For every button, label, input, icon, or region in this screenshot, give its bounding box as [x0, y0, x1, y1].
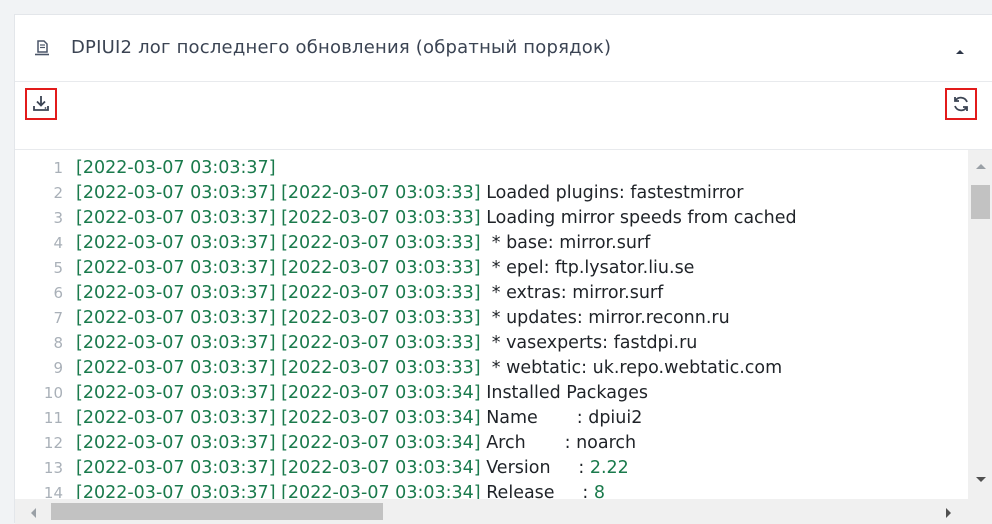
log-line: 8 [2022-03-07 03:03:37] [2022-03-07 03:03…	[15, 331, 965, 356]
log-line-content: [2022-03-07 03:03:37] [2022-03-07 03:03:…	[76, 206, 797, 231]
download-icon	[33, 96, 49, 111]
source-timestamp: [2022-03-07 03:03:33]	[281, 358, 481, 378]
caret-up-icon[interactable]	[953, 45, 967, 59]
line-number: 11	[43, 409, 63, 427]
log-line-content: [2022-03-07 03:03:37] [2022-03-07 03:03:…	[76, 306, 730, 331]
log-message: * updates: mirror.reconn.ru	[486, 308, 730, 328]
source-timestamp: [2022-03-07 03:03:34]	[281, 433, 481, 453]
log-timestamp: [2022-03-07 03:03:37]	[76, 408, 276, 428]
source-timestamp: [2022-03-07 03:03:34]	[281, 408, 481, 428]
log-timestamp: [2022-03-07 03:03:37]	[76, 308, 276, 328]
log-line: 6 [2022-03-07 03:03:37] [2022-03-07 03:03…	[15, 281, 965, 306]
log-line-content: [2022-03-07 03:03:37] [2022-03-07 03:03:…	[76, 181, 743, 206]
log-line: 11 [2022-03-07 03:03:37] [2022-03-07 03:0…	[15, 406, 965, 431]
source-timestamp: [2022-03-07 03:03:33]	[281, 333, 481, 353]
log-timestamp: [2022-03-07 03:03:37]	[76, 383, 276, 403]
line-number: 3	[53, 209, 63, 227]
line-number: 9	[53, 359, 63, 377]
refresh-icon	[954, 96, 968, 112]
source-timestamp: [2022-03-07 03:03:33]	[281, 258, 481, 278]
log-message: Loaded plugins: fastestmirror	[486, 183, 744, 203]
horizontal-scroll-thumb[interactable]	[51, 503, 383, 520]
log-message: * base: mirror.surf	[486, 233, 651, 253]
panel-title: DPIUI2 лог последнего обновления (обратн…	[71, 37, 612, 58]
log-line-content: [2022-03-07 03:03:37] [2022-03-07 03:03:…	[76, 456, 629, 481]
panel-header[interactable]: DPIUI2 лог последнего обновления (обратн…	[15, 15, 992, 82]
log-message: Name : dpiui2	[486, 408, 643, 428]
log-line: 12 [2022-03-07 03:03:37] [2022-03-07 03:0…	[15, 431, 965, 456]
log-message: * webtatic: uk.repo.webtatic.com	[486, 358, 783, 378]
log-line-content: [2022-03-07 03:03:37] [2022-03-07 03:03:…	[76, 231, 650, 256]
log-line-content: [2022-03-07 03:03:37]	[76, 156, 276, 181]
log-line: 5 [2022-03-07 03:03:37] [2022-03-07 03:03…	[15, 256, 965, 281]
log-message: * extras: mirror.surf	[486, 283, 664, 303]
log-message: * vasexperts: fastdpi.ru	[486, 333, 698, 353]
log-line: 9 [2022-03-07 03:03:37] [2022-03-07 03:03…	[15, 356, 965, 381]
log-editor[interactable]: 1 [2022-03-07 03:03:37] 2 [2022-03-07 03:03…	[15, 149, 992, 524]
log-line: 2 [2022-03-07 03:03:37] [2022-03-07 03:03…	[15, 181, 965, 206]
log-line-content: [2022-03-07 03:03:37] [2022-03-07 03:03:…	[76, 256, 694, 281]
log-line-content: [2022-03-07 03:03:37] [2022-03-07 03:03:…	[76, 331, 697, 356]
source-timestamp: [2022-03-07 03:03:33]	[281, 308, 481, 328]
log-line: 10 [2022-03-07 03:03:37] [2022-03-07 03:0…	[15, 381, 965, 406]
log-message: Loading mirror speeds from cached	[486, 208, 797, 228]
log-timestamp: [2022-03-07 03:03:37]	[76, 283, 276, 303]
log-line: 4 [2022-03-07 03:03:37] [2022-03-07 03:03…	[15, 231, 965, 256]
log-line-content: [2022-03-07 03:03:37] [2022-03-07 03:03:…	[76, 356, 782, 381]
source-timestamp: [2022-03-07 03:03:34]	[281, 458, 481, 478]
log-timestamp: [2022-03-07 03:03:37]	[76, 358, 276, 378]
log-message: Version :	[486, 458, 590, 478]
log-value: 2.22	[589, 458, 629, 478]
log-timestamp: [2022-03-07 03:03:37]	[76, 208, 276, 228]
log-timestamp: [2022-03-07 03:03:37]	[76, 158, 276, 178]
vertical-scrollbar[interactable]	[968, 150, 992, 524]
vertical-scroll-thumb[interactable]	[971, 185, 990, 219]
log-line: 7 [2022-03-07 03:03:37] [2022-03-07 03:03…	[15, 306, 965, 331]
document-icon	[35, 40, 49, 56]
log-timestamp: [2022-03-07 03:03:37]	[76, 258, 276, 278]
log-timestamp: [2022-03-07 03:03:37]	[76, 333, 276, 353]
horizontal-scrollbar[interactable]	[15, 499, 968, 524]
log-timestamp: [2022-03-07 03:03:37]	[76, 433, 276, 453]
log-timestamp: [2022-03-07 03:03:37]	[76, 183, 276, 203]
log-message: Installed Packages	[486, 383, 648, 403]
scroll-left-arrow-icon[interactable]	[29, 507, 37, 519]
log-line-content: [2022-03-07 03:03:37] [2022-03-07 03:03:…	[76, 431, 636, 456]
line-number: 13	[43, 459, 63, 477]
line-number: 2	[53, 184, 63, 202]
line-number: 1	[53, 159, 63, 177]
log-message: * epel: ftp.lysator.liu.se	[486, 258, 695, 278]
refresh-button[interactable]	[945, 88, 977, 120]
line-number: 7	[53, 309, 63, 327]
log-line: 1 [2022-03-07 03:03:37]	[15, 156, 965, 181]
line-number: 12	[43, 434, 63, 452]
line-number: 8	[53, 334, 63, 352]
log-line-content: [2022-03-07 03:03:37] [2022-03-07 03:03:…	[76, 281, 663, 306]
line-number: 4	[53, 234, 63, 252]
scroll-right-arrow-icon[interactable]	[945, 507, 953, 519]
line-number: 10	[43, 384, 63, 402]
source-timestamp: [2022-03-07 03:03:33]	[281, 233, 481, 253]
scroll-up-arrow-icon[interactable]	[975, 162, 987, 170]
download-button[interactable]	[25, 88, 57, 120]
source-timestamp: [2022-03-07 03:03:33]	[281, 208, 481, 228]
source-timestamp: [2022-03-07 03:03:33]	[281, 283, 481, 303]
source-timestamp: [2022-03-07 03:03:34]	[281, 383, 481, 403]
log-message: Arch : noarch	[486, 433, 637, 453]
update-log-panel: DPIUI2 лог последнего обновления (обратн…	[14, 14, 992, 524]
log-timestamp: [2022-03-07 03:03:37]	[76, 233, 276, 253]
line-number: 5	[53, 259, 63, 277]
log-line: 3 [2022-03-07 03:03:37] [2022-03-07 03:03…	[15, 206, 965, 231]
log-line-content: [2022-03-07 03:03:37] [2022-03-07 03:03:…	[76, 406, 642, 431]
line-number: 6	[53, 284, 63, 302]
log-line: 13 [2022-03-07 03:03:37] [2022-03-07 03:0…	[15, 456, 965, 481]
log-line-content: [2022-03-07 03:03:37] [2022-03-07 03:03:…	[76, 381, 648, 406]
log-timestamp: [2022-03-07 03:03:37]	[76, 458, 276, 478]
scroll-down-arrow-icon[interactable]	[975, 476, 987, 484]
source-timestamp: [2022-03-07 03:03:33]	[281, 183, 481, 203]
